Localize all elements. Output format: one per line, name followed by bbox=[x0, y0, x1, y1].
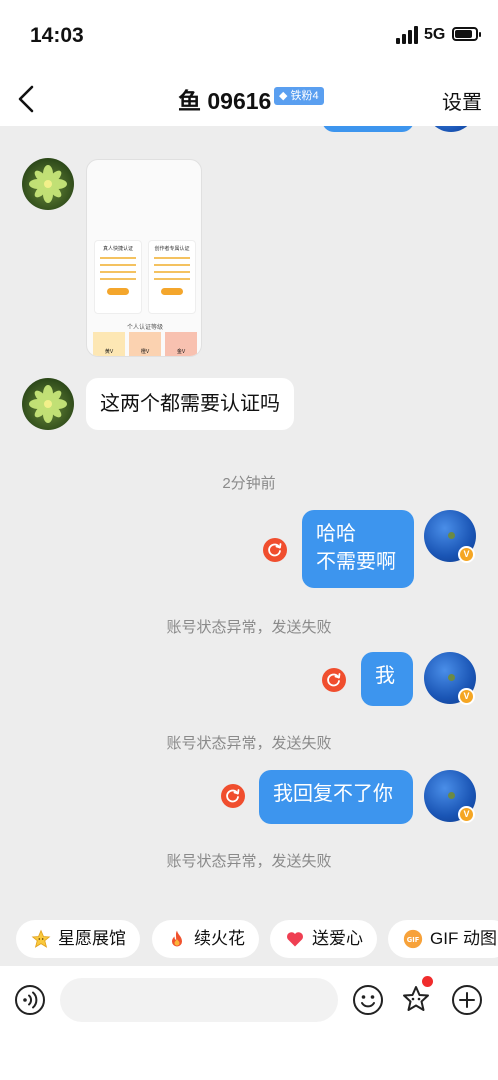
send-failed-notice: 账号状态异常，发送失败 bbox=[166, 619, 332, 636]
quick-action-spark[interactable]: 续火花 bbox=[152, 920, 259, 958]
chevron-left-icon[interactable] bbox=[14, 84, 38, 114]
resend-icon[interactable] bbox=[322, 668, 346, 692]
avatar-dot bbox=[448, 674, 455, 681]
verified-v-icon: V bbox=[458, 688, 475, 705]
sent-message-bubble[interactable]: 我 bbox=[361, 652, 413, 706]
image-section-title: 个人认证等级 bbox=[126, 325, 163, 331]
status-time: 14:03 bbox=[30, 24, 84, 47]
signal-icon bbox=[396, 26, 418, 44]
level-yellow-label: 黄V bbox=[104, 349, 114, 355]
star-face-icon bbox=[31, 929, 51, 948]
fan-level-label: 铁粉4 bbox=[290, 90, 319, 102]
sent-message-bubble[interactable]: 我回复不了你 bbox=[259, 770, 413, 824]
avatar-dot bbox=[448, 792, 455, 799]
image-card-right: 创作者专属认证 bbox=[148, 240, 196, 314]
fan-level-badge: ◆ 铁粉4 bbox=[274, 87, 324, 105]
received-message-bubble[interactable]: 这两个都需要认证吗 bbox=[86, 378, 294, 430]
level-orange-label: 橙V bbox=[140, 349, 150, 355]
settings-button[interactable]: 设置 bbox=[442, 86, 482, 115]
avatar-dot bbox=[448, 532, 455, 539]
notification-dot bbox=[422, 976, 433, 987]
quick-action-label: 星愿展馆 bbox=[58, 929, 126, 948]
verified-v-icon: V bbox=[458, 806, 475, 823]
quick-action-label: GIF 动图 bbox=[430, 929, 498, 948]
quick-action-label: 送爱心 bbox=[312, 929, 363, 948]
heart-icon bbox=[286, 932, 304, 947]
message-list[interactable]: 真人快捷认证 创作者专属认证 个人认证等级 黄V 橙V 金V 这两个都需要认证吗… bbox=[0, 126, 498, 914]
contact-avatar[interactable] bbox=[22, 378, 74, 430]
message-input[interactable] bbox=[60, 978, 338, 1022]
my-avatar bbox=[426, 126, 476, 132]
image-card-right-title: 创作者专属认证 bbox=[154, 246, 190, 252]
svg-text:GIF: GIF bbox=[407, 936, 420, 944]
battery-icon bbox=[452, 27, 481, 41]
image-message[interactable]: 真人快捷认证 创作者专属认证 个人认证等级 黄V 橙V 金V bbox=[86, 159, 202, 357]
quick-action-gif[interactable]: GIF GIF 动图 bbox=[388, 920, 498, 958]
plus-icon[interactable] bbox=[451, 984, 483, 1016]
flame-icon bbox=[172, 930, 182, 947]
verified-v-icon: V bbox=[458, 546, 475, 563]
message-input-bar bbox=[0, 966, 498, 1080]
level-gold-label: 金V bbox=[176, 349, 186, 355]
image-card-left: 真人快捷认证 bbox=[94, 240, 142, 314]
resend-icon[interactable] bbox=[263, 538, 287, 562]
quick-actions-bar: 星愿展馆 续火花 送爱心 GIF GIF 动图 bbox=[0, 914, 498, 966]
sent-message-line: 不需要啊 bbox=[316, 551, 396, 573]
image-card-left-title: 真人快捷认证 bbox=[102, 246, 133, 252]
chat-header: 鱼 09616 ◆ 铁粉4 设置 bbox=[0, 72, 498, 126]
resend-icon[interactable] bbox=[221, 784, 245, 808]
level-gold: 金V bbox=[165, 332, 197, 356]
sent-message-bubble[interactable]: 哈哈 不需要啊 bbox=[302, 510, 414, 588]
level-yellow: 黄V bbox=[93, 332, 125, 356]
chat-title: 鱼 09616 bbox=[178, 88, 272, 114]
network-label: 5G bbox=[424, 26, 446, 43]
level-orange: 橙V bbox=[129, 332, 161, 356]
voice-icon[interactable] bbox=[14, 984, 46, 1016]
contact-avatar[interactable] bbox=[22, 158, 74, 210]
send-failed-notice: 账号状态异常，发送失败 bbox=[166, 853, 332, 870]
send-failed-notice: 账号状态异常，发送失败 bbox=[166, 735, 332, 752]
sticker-icon[interactable] bbox=[400, 984, 432, 1016]
quick-action-send-heart[interactable]: 送爱心 bbox=[270, 920, 377, 958]
emoji-icon[interactable] bbox=[352, 984, 384, 1016]
flower-icon bbox=[29, 165, 67, 203]
gif-icon: GIF bbox=[403, 929, 423, 949]
quick-action-star-gallery[interactable]: 星愿展馆 bbox=[16, 920, 140, 958]
quick-action-label: 续火花 bbox=[194, 929, 245, 948]
time-divider: 2分钟前 bbox=[222, 475, 276, 492]
sent-message-line: 哈哈 bbox=[316, 523, 356, 545]
flower-icon bbox=[29, 385, 67, 423]
previous-message-bubble bbox=[322, 126, 414, 132]
status-bar: 14:03 5G bbox=[0, 0, 498, 72]
